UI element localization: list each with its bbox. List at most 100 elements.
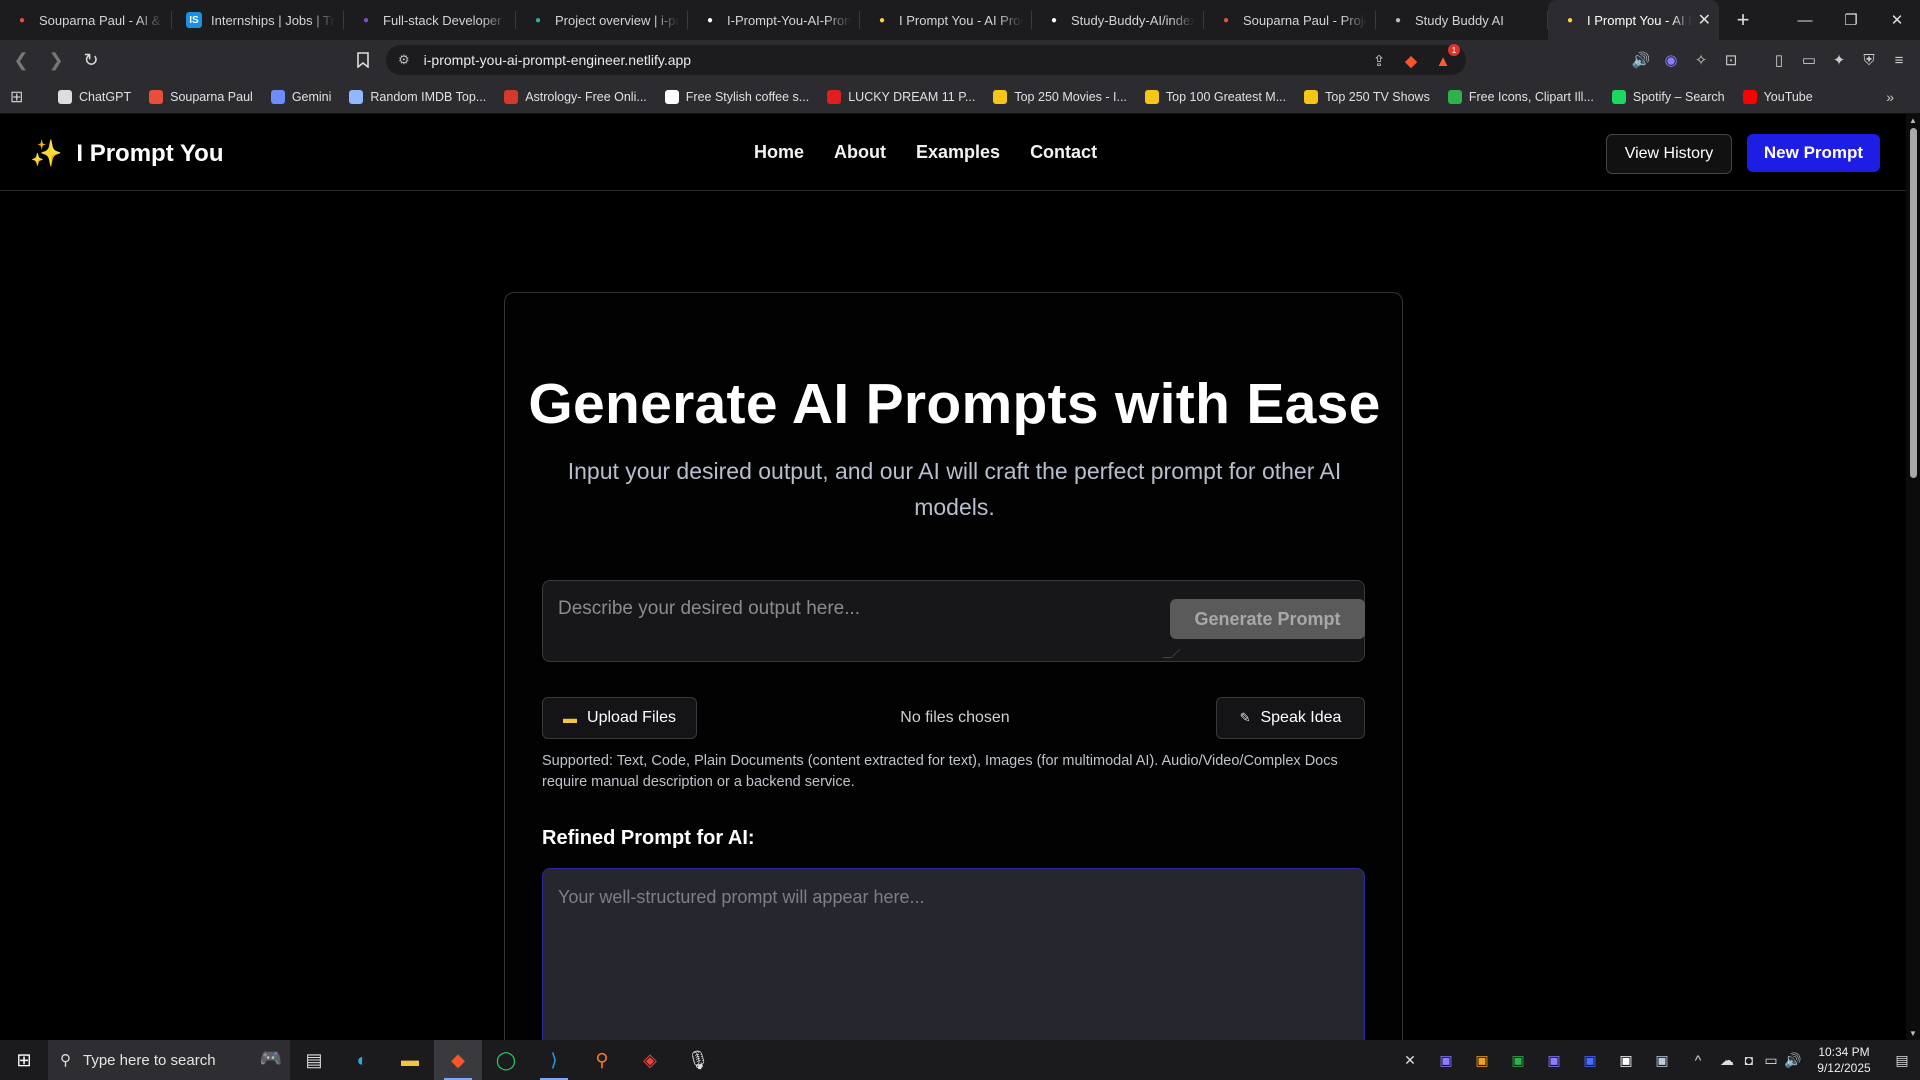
refined-prompt-output[interactable]: Your well-structured prompt will appear …	[542, 868, 1365, 1040]
wallet-icon[interactable]: ▭	[1798, 49, 1820, 71]
bookmark-item[interactable]: Top 250 Movies - I...	[993, 89, 1127, 104]
file-explorer-icon[interactable]: ▬	[386, 1040, 434, 1080]
view-history-button[interactable]: View History	[1606, 134, 1732, 174]
brave-shields-icon[interactable]: ◆	[1400, 50, 1422, 72]
page-subtitle: Input your desired output, and our AI wi…	[567, 458, 1342, 520]
leo-ai-icon[interactable]: ✦	[1828, 49, 1850, 71]
new-prompt-button[interactable]: New Prompt	[1747, 134, 1880, 172]
scroll-up-icon[interactable]: ▲	[1909, 116, 1917, 125]
vpn-icon[interactable]: ⛨	[1858, 49, 1880, 71]
sidebar-icon[interactable]: ▯	[1768, 49, 1790, 71]
browser-tab[interactable]: ● Project overview | i-pro	[516, 0, 687, 40]
tray-app-6-icon[interactable]: ▣	[1608, 1040, 1644, 1080]
onedrive-icon[interactable]: ☁	[1716, 1040, 1738, 1080]
whatsapp-icon[interactable]: ◯	[482, 1040, 530, 1080]
more-bookmarks-icon[interactable]: »	[1886, 89, 1894, 105]
browser-tab[interactable]: ● Study Buddy AI	[1376, 0, 1547, 40]
share-icon[interactable]: ⇪	[1368, 50, 1390, 72]
speaker-icon[interactable]: 🔊	[1630, 49, 1652, 71]
nav-home[interactable]: Home	[754, 142, 804, 163]
camera-icon[interactable]: ◘	[1738, 1040, 1760, 1080]
nav-examples[interactable]: Examples	[916, 142, 1000, 163]
browser-tab-strip: ● Souparna Paul - AI & F IS Internships | J…	[0, 0, 1920, 40]
site-settings-icon[interactable]: ⚙	[398, 52, 410, 68]
close-tab-icon[interactable]: ✕	[1698, 10, 1711, 30]
browser-tab[interactable]: ● I Prompt You - AI P ✕	[1548, 0, 1719, 40]
tab-favicon-icon: ●	[534, 14, 542, 26]
minimize-icon[interactable]: —	[1782, 0, 1828, 40]
forward-button[interactable]: ❯	[42, 46, 70, 74]
apps-grid-icon[interactable]: ⊞	[10, 87, 30, 107]
address-bar[interactable]: ⚙ i-prompt-you-ai-prompt-engineer.netlif…	[386, 44, 1466, 75]
tray-app-2-icon[interactable]: ▣	[1464, 1040, 1500, 1080]
close-bar-icon[interactable]: ✕	[1392, 1040, 1428, 1080]
browser-tab[interactable]: ● I Prompt You - AI Prom	[860, 0, 1031, 40]
bookmark-favicon-icon	[1304, 89, 1319, 104]
rewards-icon[interactable]: ▲ 1	[1432, 44, 1460, 72]
anydesk-icon[interactable]: ◈	[626, 1040, 674, 1080]
browser-tab[interactable]: ● Full-stack Developer In	[344, 0, 515, 40]
bookmark-item[interactable]: Gemini	[270, 89, 331, 104]
page-title: Generate AI Prompts with Ease	[528, 372, 1381, 436]
bookmark-label: Free Stylish coffee s...	[685, 89, 810, 104]
clock[interactable]: 10:34 PM 9/12/2025	[1804, 1044, 1884, 1076]
tray-app-4-icon[interactable]: ▣	[1536, 1040, 1572, 1080]
upload-files-button[interactable]: ▬ Upload Files	[542, 697, 697, 739]
bookmark-item[interactable]: Souparna Paul	[149, 89, 253, 104]
nav-contact[interactable]: Contact	[1030, 142, 1097, 163]
extension-eye-icon[interactable]: ◉	[1660, 49, 1682, 71]
browser-tab[interactable]: ● Souparna Paul - Projec	[1204, 0, 1375, 40]
browser-tab[interactable]: ● Study-Buddy-AI/index.	[1032, 0, 1203, 40]
network-icon[interactable]: ▭	[1760, 1040, 1782, 1080]
extensions-icon[interactable]: ✧	[1690, 49, 1712, 71]
bookmark-item[interactable]: Free Stylish coffee s...	[664, 89, 810, 104]
vscode-icon[interactable]: ⟩	[530, 1040, 578, 1080]
edge-icon[interactable]: ◐	[338, 1040, 386, 1080]
search-app-icon[interactable]: ⚲	[578, 1040, 626, 1080]
bookmark-item[interactable]: Top 250 TV Shows	[1304, 89, 1430, 104]
speak-idea-button[interactable]: ✎ Speak Idea	[1216, 697, 1365, 739]
site-logo[interactable]: ✨ I Prompt You	[30, 138, 224, 169]
tab-title: Study Buddy AI	[1415, 12, 1504, 28]
bookmark-item[interactable]: ChatGPT	[58, 89, 132, 104]
bookmark-item[interactable]: YouTube	[1742, 89, 1813, 104]
browser-tab[interactable]: IS Internships | Jobs | Trai	[172, 0, 343, 40]
resize-handle[interactable]	[1162, 649, 1181, 658]
bookmark-label: ChatGPT	[79, 89, 132, 104]
taskbar-search[interactable]: ⚲ Type here to search 🎮	[48, 1040, 290, 1080]
tray-app-7-icon[interactable]: ▣	[1644, 1040, 1680, 1080]
tray-app-5-icon[interactable]: ▣	[1572, 1040, 1608, 1080]
screenshot-icon[interactable]: ⊡	[1720, 49, 1742, 71]
page-scrollbar[interactable]: ▲ ▼	[1906, 114, 1920, 1040]
nav-about[interactable]: About	[834, 142, 886, 163]
bookmark-item[interactable]: Top 100 Greatest M...	[1144, 89, 1286, 104]
show-hidden-icons[interactable]: ^	[1680, 1040, 1716, 1080]
desired-output-textarea[interactable]: Describe your desired output here... Gen…	[542, 580, 1365, 662]
brave-taskbar-icon[interactable]: ◆	[434, 1040, 482, 1080]
scroll-down-icon[interactable]: ▼	[1909, 1029, 1917, 1038]
tray-app-3-icon[interactable]: ▣	[1500, 1040, 1536, 1080]
tray-app-1-icon[interactable]: ▣	[1428, 1040, 1464, 1080]
scroll-thumb[interactable]	[1910, 128, 1917, 478]
bookmark-item[interactable]: Spotify – Search	[1611, 89, 1725, 104]
bookmark-item[interactable]: Free Icons, Clipart Ill...	[1447, 89, 1594, 104]
restore-icon[interactable]: ❐	[1828, 0, 1874, 40]
menu-icon[interactable]: ≡	[1888, 49, 1910, 71]
task-view-icon[interactable]: ▤	[290, 1040, 338, 1080]
close-window-icon[interactable]: ✕	[1874, 0, 1920, 40]
generate-prompt-button[interactable]: Generate Prompt	[1170, 599, 1365, 639]
back-button[interactable]: ❮	[7, 46, 35, 74]
browser-tab[interactable]: ● Souparna Paul - AI & F	[0, 0, 171, 40]
reload-button[interactable]: ↻	[77, 46, 105, 74]
new-tab-button[interactable]: +	[1725, 0, 1761, 40]
windows-start-icon[interactable]: ⊞	[0, 1040, 48, 1080]
volume-icon[interactable]: 🔊	[1782, 1040, 1804, 1080]
bookmark-icon[interactable]	[352, 49, 374, 71]
microphone-taskbar-icon[interactable]: 🎙	[674, 1040, 722, 1080]
browser-tab[interactable]: ● I-Prompt-You-AI-Prom	[688, 0, 859, 40]
bookmark-item[interactable]: Astrology- Free Onli...	[504, 89, 647, 104]
bookmark-item[interactable]: LUCKY DREAM 11 P...	[827, 89, 975, 104]
bookmark-label: Random IMDB Top...	[370, 89, 487, 104]
notifications-icon[interactable]: ▤	[1884, 1040, 1920, 1080]
bookmark-item[interactable]: Random IMDB Top...	[349, 89, 487, 104]
